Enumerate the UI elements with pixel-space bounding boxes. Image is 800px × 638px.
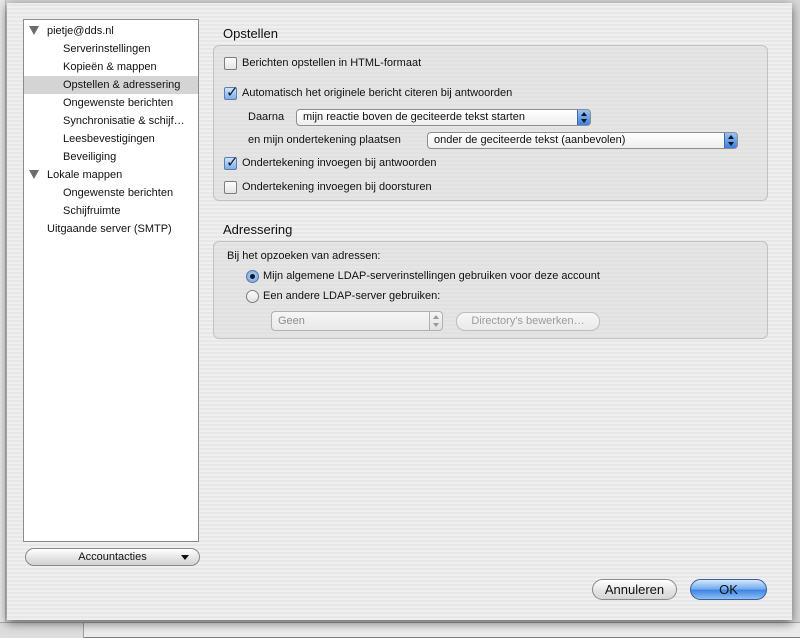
tree-item-composition-addressing[interactable]: Opstellen & adressering [24, 76, 198, 94]
checkbox-box[interactable] [224, 180, 237, 194]
signature-forward-checkbox[interactable]: Ondertekening invoegen bij doorsturen [224, 179, 432, 195]
tree-item-copies-folders[interactable]: Kopieën & mappen [24, 58, 198, 76]
then-label: Daarna [248, 111, 285, 123]
signature-reply-label: Ondertekening invoegen bij antwoorden [242, 157, 437, 169]
select-stepper-icon [724, 133, 737, 148]
background-status-cell [0, 623, 84, 638]
tree-item-outgoing-server[interactable]: Uitgaande server (SMTP) [24, 220, 198, 238]
edit-directories-button[interactable]: Directory's bewerken… [456, 312, 600, 331]
disclosure-triangle-icon[interactable] [29, 170, 39, 179]
ldap-server-select[interactable]: Geen [271, 311, 443, 331]
tree-item-server-settings[interactable]: Serverinstellingen [24, 40, 198, 58]
ldap-global-label: Mijn algemene LDAP-serverinstellingen ge… [263, 270, 600, 282]
ldap-other-label: Een andere LDAP-server gebruiken: [263, 290, 441, 302]
lookup-label: Bij het opzoeken van adressen: [227, 250, 381, 262]
tree-item-label: Kopieën & mappen [63, 61, 157, 73]
signature-position-select[interactable]: onder de geciteerde tekst (aanbevolen) [427, 132, 738, 149]
ok-label: OK [719, 582, 738, 597]
checkbox-box[interactable]: ✓ [224, 84, 239, 101]
tree-item-local-folders[interactable]: Lokale mappen [24, 166, 198, 184]
auto-quote-label: Automatisch het originele bericht citere… [242, 87, 513, 99]
tree-item-label: Leesbevestigingen [63, 133, 155, 145]
tree-item-sync-storage[interactable]: Synchronisatie & schijf… [24, 112, 198, 130]
signature-forward-label: Ondertekening invoegen bij doorsturen [242, 181, 432, 193]
tree-item-label: Uitgaande server (SMTP) [47, 223, 172, 235]
addressing-section-title: Adressering [223, 222, 293, 237]
reply-position-select[interactable]: mijn reactie boven de geciteerde tekst s… [296, 109, 591, 126]
tree-item-label: Ongewenste berichten [63, 187, 174, 199]
chevron-down-icon [181, 555, 189, 560]
checkbox-box[interactable] [224, 56, 237, 70]
tree-item-label: Lokale mappen [47, 169, 123, 181]
ldap-other-radio[interactable]: Een andere LDAP-server gebruiken: [246, 288, 440, 304]
signature-reply-checkbox[interactable]: ✓ Ondertekening invoegen bij antwoorden [224, 154, 437, 171]
tree-item-label: Ongewenste berichten [63, 97, 174, 109]
disclosure-triangle-icon[interactable] [29, 26, 39, 35]
signature-position-value: onder de geciteerde tekst (aanbevolen) [434, 134, 626, 146]
tree-item-label: Serverinstellingen [63, 43, 151, 55]
radio-dot[interactable] [246, 289, 259, 303]
tree-item-account[interactable]: pietje@dds.nl [24, 22, 198, 40]
tree-item-label: Schijfruimte [63, 205, 121, 217]
tree-item-junk[interactable]: Ongewenste berichten [24, 94, 198, 112]
compose-section-title: Opstellen [223, 26, 278, 41]
cancel-button[interactable]: Annuleren [592, 579, 677, 600]
html-format-label: Berichten opstellen in HTML-formaat [242, 57, 422, 69]
checkbox-box[interactable]: ✓ [224, 154, 239, 171]
edit-directories-label: Directory's bewerken… [471, 315, 585, 327]
tree-item-receipts[interactable]: Leesbevestigingen [24, 130, 198, 148]
ldap-server-value: Geen [278, 315, 305, 327]
signature-place-label: en mijn ondertekening plaatsen [248, 134, 401, 146]
reply-position-value: mijn reactie boven de geciteerde tekst s… [303, 111, 525, 123]
account-settings-sheet: pietje@dds.nl Serverinstellingen Kopieën… [7, 3, 792, 620]
tree-item-label: Opstellen & adressering [63, 79, 181, 91]
tree-item-label: pietje@dds.nl [47, 25, 114, 37]
account-tree[interactable]: pietje@dds.nl Serverinstellingen Kopieën… [23, 19, 199, 542]
cancel-label: Annuleren [604, 582, 665, 597]
html-format-checkbox[interactable]: Berichten opstellen in HTML-formaat [224, 55, 421, 71]
select-stepper-icon [429, 312, 442, 330]
auto-quote-checkbox[interactable]: ✓ Automatisch het originele bericht cite… [224, 84, 513, 101]
account-actions-label: Accountacties [78, 551, 147, 563]
ok-button[interactable]: OK [690, 579, 767, 600]
checkmark-icon: ✓ [226, 83, 239, 101]
background-status-bar [0, 622, 800, 638]
background-window-edge [0, 0, 6, 637]
account-actions-button[interactable]: Accountacties [25, 548, 200, 566]
tree-item-label: Beveiliging [63, 151, 117, 163]
tree-item-label: Synchronisatie & schijf… [63, 115, 185, 127]
radio-dot[interactable] [246, 269, 259, 283]
checkmark-icon: ✓ [226, 153, 239, 171]
ldap-global-radio[interactable]: Mijn algemene LDAP-serverinstellingen ge… [246, 268, 600, 284]
tree-item-disk-space[interactable]: Schijfruimte [24, 202, 198, 220]
select-stepper-icon [577, 110, 590, 125]
tree-item-security[interactable]: Beveiliging [24, 148, 198, 166]
tree-item-local-junk[interactable]: Ongewenste berichten [24, 184, 198, 202]
